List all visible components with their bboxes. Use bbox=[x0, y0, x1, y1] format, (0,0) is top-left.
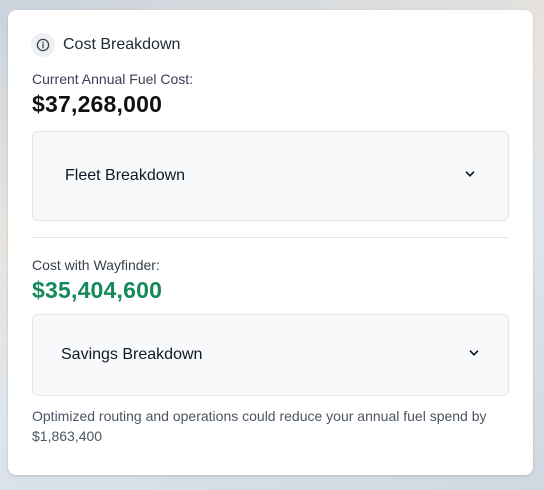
section-divider bbox=[32, 237, 509, 238]
fleet-breakdown-toggle[interactable]: Fleet Breakdown bbox=[32, 131, 509, 221]
chevron-down-icon bbox=[464, 167, 476, 185]
chevron-down-icon bbox=[468, 346, 480, 364]
card-header: Cost Breakdown bbox=[31, 32, 509, 58]
wayfinder-cost-amount: $35,404,600 bbox=[32, 277, 163, 303]
savings-breakdown-toggle[interactable]: Savings Breakdown bbox=[32, 314, 509, 396]
info-icon bbox=[31, 33, 55, 57]
savings-note: Optimized routing and operations could r… bbox=[32, 408, 487, 444]
fleet-breakdown-label: Fleet Breakdown bbox=[65, 167, 186, 184]
savings-breakdown-label: Savings Breakdown bbox=[61, 346, 203, 363]
card-title: Cost Breakdown bbox=[63, 36, 181, 53]
current-cost-amount: $37,268,000 bbox=[32, 91, 163, 117]
wayfinder-cost-label: Cost with Wayfinder: bbox=[32, 257, 160, 273]
cost-breakdown-card: Cost Breakdown Current Annual Fuel Cost:… bbox=[8, 10, 533, 475]
current-cost-label: Current Annual Fuel Cost: bbox=[32, 71, 194, 87]
